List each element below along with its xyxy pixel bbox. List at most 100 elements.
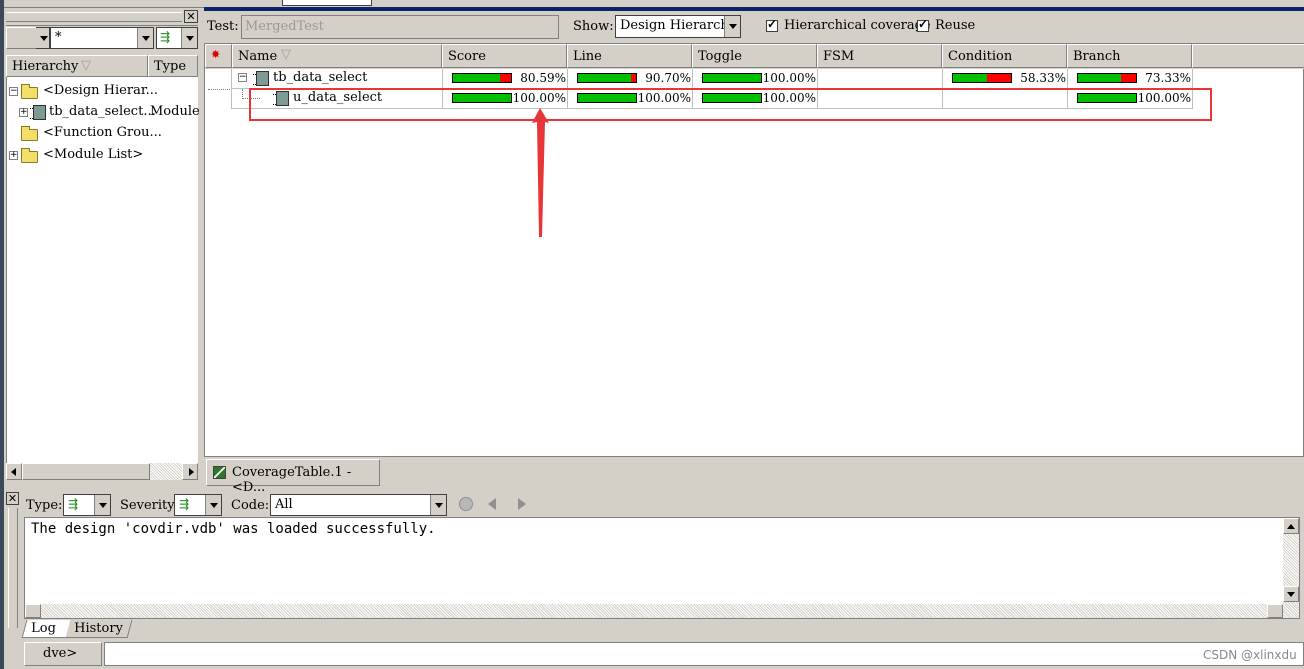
tree-hscrollbar[interactable] — [6, 463, 198, 480]
line-coverage-fill — [578, 74, 631, 82]
code-label: Code: — [231, 498, 270, 513]
severity-label: Severity: — [120, 498, 179, 513]
module-icon — [30, 105, 46, 120]
tree-item-design-hierarchy[interactable]: − <Design Hierar... — [7, 81, 197, 101]
left-panel: ✕ * ⇶ Hierarchy ▽ Type − <Design Hierar.… — [4, 8, 202, 484]
folder-icon — [21, 148, 38, 163]
type-label: Type: — [26, 498, 63, 513]
clear-filter-icon[interactable] — [459, 497, 473, 511]
log-tab-history[interactable]: History — [65, 620, 133, 638]
tree-view[interactable]: − <Design Hierar... + tb_data_select... … — [6, 77, 200, 463]
branch-cell: 73.33% — [1067, 69, 1191, 89]
log-vscrollbar[interactable] — [1283, 518, 1299, 618]
col-score[interactable]: Score — [442, 44, 567, 68]
score-coverage-bar — [452, 73, 512, 83]
filter-combo-small[interactable] — [36, 27, 50, 49]
col-line[interactable]: Line — [567, 44, 692, 68]
table-row-tb-data-select[interactable]: − tb_data_select 80.59% 90.70% 100.00% 5… — [232, 69, 1192, 89]
marker-row-divider — [208, 89, 230, 90]
row-name: tb_data_select — [273, 70, 368, 85]
tree-item-module-list[interactable]: + <Module List> — [7, 145, 197, 165]
tree-header: Hierarchy ▽ Type — [6, 55, 198, 77]
log-panel-close-button[interactable]: ✕ — [6, 492, 19, 505]
doc-tab-coverage-table[interactable]: CoverageTable.1 - <D... — [206, 459, 380, 495]
tree-col-type[interactable]: Type — [148, 55, 198, 77]
module-icon — [253, 71, 269, 86]
console-input[interactable] — [104, 642, 1304, 666]
col-toggle[interactable]: Toggle — [692, 44, 817, 68]
scroll-left-button[interactable] — [6, 463, 22, 480]
score-percent: 80.59% — [520, 71, 566, 85]
console-prompt-button[interactable]: dve> — [24, 642, 102, 666]
expand-icon[interactable]: − — [9, 87, 18, 96]
branch-percent: 73.33% — [1145, 71, 1191, 85]
condition-coverage-bar — [952, 73, 1012, 83]
toggle-percent: 100.00% — [762, 71, 816, 85]
log-hscrollbar[interactable] — [25, 604, 1283, 618]
reuse-checkbox[interactable] — [917, 17, 929, 32]
reuse-label: Reuse — [935, 18, 976, 33]
tree-item-type: Module — [150, 104, 200, 119]
collapse-icon[interactable]: − — [238, 73, 247, 82]
tree-item-function-groups[interactable]: <Function Grou... — [7, 123, 197, 143]
scroll-thumb[interactable] — [22, 463, 150, 480]
col-condition[interactable]: Condition — [942, 44, 1067, 68]
col-marker[interactable]: ✸ — [205, 44, 232, 68]
left-panel-separator — [6, 25, 198, 26]
red-dot-icon: ✸ — [211, 48, 221, 61]
type-filter-select[interactable]: ⇶ — [63, 494, 111, 516]
sort-triangle-icon: ▽ — [81, 58, 91, 73]
tree-item-tb-data-select[interactable]: + tb_data_select... Module — [7, 102, 200, 122]
left-panel-close-button[interactable]: ✕ — [184, 10, 198, 23]
toggle-coverage-fill — [703, 74, 761, 82]
test-label: Test: — [207, 19, 239, 34]
expand-icon[interactable]: + — [9, 151, 18, 160]
scroll-up-button[interactable] — [1283, 518, 1299, 534]
col-branch[interactable]: Branch — [1067, 44, 1192, 68]
condition-percent: 58.33% — [1020, 71, 1066, 85]
line-coverage-bar — [577, 73, 637, 83]
hierarchical-coverage-checkbox[interactable] — [766, 17, 778, 32]
filter-type-icon: ⇶ — [179, 497, 190, 511]
scroll-left-button[interactable] — [25, 604, 41, 618]
next-arrow-icon[interactable] — [518, 498, 526, 510]
branch-coverage-bar — [1077, 73, 1137, 83]
scroll-down-button[interactable] — [1283, 586, 1299, 602]
left-panel-grip[interactable] — [6, 12, 182, 22]
scroll-right-button[interactable] — [182, 463, 198, 480]
toggle-coverage-bar — [702, 73, 762, 83]
filter-input[interactable]: * — [50, 27, 154, 49]
log-panel: ✕ Type: ⇶ Severity: ⇶ Code: All The desi… — [4, 489, 1304, 639]
condition-cell: 58.33% — [942, 69, 1066, 89]
show-label: Show: — [573, 19, 614, 34]
coverage-table-icon — [213, 466, 226, 479]
filter-scope-button[interactable] — [6, 27, 38, 49]
expand-icon[interactable]: + — [19, 108, 28, 117]
log-text-area[interactable]: The design 'covdir.vdb' was loaded succe… — [24, 517, 1300, 619]
log-tab-log[interactable]: Log — [21, 620, 71, 638]
tree-col-hierarchy[interactable]: Hierarchy ▽ — [6, 55, 148, 77]
watermark: CSDN @xlinxdu — [1203, 648, 1297, 662]
col-name[interactable]: Name ▽ — [232, 44, 442, 68]
severity-filter-select[interactable]: ⇶ — [174, 494, 222, 516]
toggle-cell: 100.00% — [692, 69, 816, 89]
condition-coverage-fill — [953, 74, 987, 82]
main-panel: Test: MergedTest Show: Design Hierarchy … — [204, 11, 1304, 495]
filter-type-icon: ⇶ — [68, 497, 79, 511]
col-fsm[interactable]: FSM — [817, 44, 942, 68]
test-input[interactable]: MergedTest — [241, 15, 559, 39]
prev-arrow-icon[interactable] — [488, 498, 496, 510]
log-panel-grip[interactable] — [8, 508, 18, 628]
show-select[interactable]: Design Hierarchy — [615, 15, 741, 38]
line-percent: 90.70% — [645, 71, 691, 85]
score-cell: 80.59% — [442, 69, 566, 89]
col-filler — [1192, 44, 1304, 68]
scroll-right-button[interactable] — [1267, 604, 1283, 618]
filter-type-icon: ⇶ — [160, 30, 171, 44]
filter-value: * — [55, 30, 62, 45]
code-filter-select[interactable]: All — [270, 494, 447, 516]
top-combo-remnant — [282, 0, 372, 6]
branch-coverage-fill — [1078, 74, 1121, 82]
filter-type-combo[interactable]: ⇶ — [156, 27, 198, 49]
sort-triangle-icon: ▽ — [281, 47, 291, 62]
